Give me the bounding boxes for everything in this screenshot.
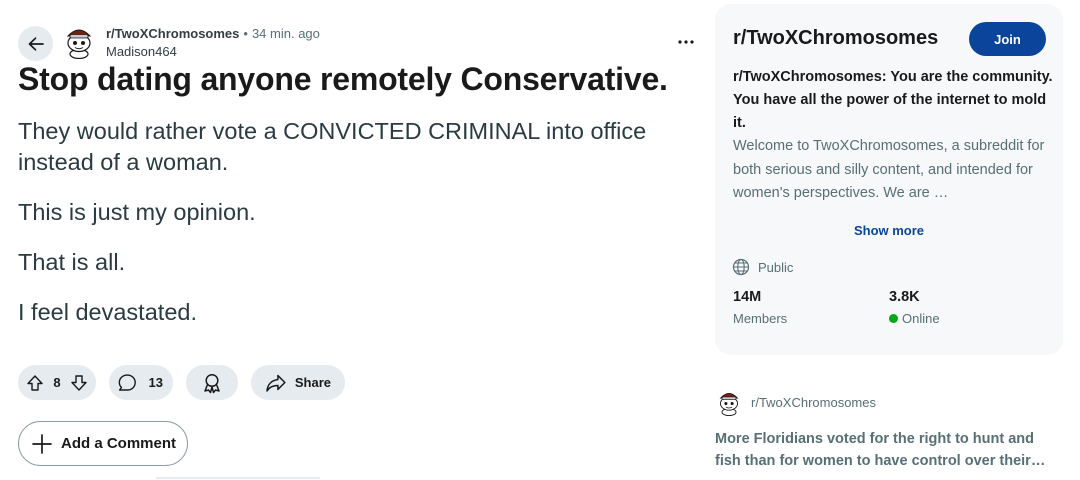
- meta-line: r/TwoXChromosomes • 34 min. ago: [106, 26, 320, 41]
- join-button[interactable]: Join: [969, 22, 1046, 56]
- online-indicator: [889, 314, 898, 323]
- more-dots-icon: [678, 40, 694, 44]
- plus-icon: [32, 433, 52, 454]
- online-label-text: Online: [902, 311, 940, 326]
- snoo-avatar-icon: [719, 393, 739, 416]
- divider: [156, 477, 320, 479]
- post-paragraph: They would rather vote a CONVICTED CRIMI…: [18, 118, 647, 175]
- related-post-subreddit[interactable]: r/TwoXChromosomes: [751, 395, 876, 410]
- share-button[interactable]: Share: [251, 365, 345, 400]
- award-icon: [204, 373, 220, 393]
- post-paragraph: This is just my opinion.: [18, 199, 256, 225]
- visibility-label: Public: [758, 259, 794, 275]
- online-value: 3.8K: [889, 289, 920, 305]
- show-more-button[interactable]: Show more: [715, 223, 1063, 238]
- members-label: Members: [733, 311, 787, 326]
- members-stat: 14M Members: [733, 289, 787, 326]
- post-title: Stop dating anyone remotely Conservative…: [18, 61, 668, 97]
- downvote-icon[interactable]: [70, 374, 88, 392]
- related-post[interactable]: r/TwoXChromosomes More Floridians voted …: [715, 388, 1055, 472]
- related-post-title[interactable]: More Floridians voted for the right to h…: [715, 428, 1047, 472]
- meta-separator: •: [243, 26, 248, 41]
- online-stat: 3.8K Online: [889, 289, 940, 326]
- share-label: Share: [294, 375, 331, 390]
- award-button[interactable]: [186, 365, 238, 400]
- post-paragraph: I feel devastated.: [18, 299, 197, 325]
- related-post-title-line: fish than for women to have control over…: [715, 453, 1046, 469]
- post-paragraph: That is all.: [18, 249, 126, 275]
- vote-count: 8: [53, 375, 61, 390]
- post-meta: r/TwoXChromosomes • 34 min. ago Madison464: [18, 20, 708, 61]
- community-title[interactable]: r/TwoXChromosomes: [733, 27, 938, 50]
- post-actions: 8 13 Share: [18, 365, 345, 401]
- community-description: Welcome to TwoXChromosomes, a subreddit …: [733, 138, 1045, 201]
- add-comment-button[interactable]: Add a Comment: [18, 421, 188, 466]
- community-headline: r/TwoXChromosomes: You are the community…: [733, 69, 1053, 131]
- comments-button[interactable]: 13: [109, 365, 173, 400]
- back-arrow-icon: [28, 36, 44, 51]
- upvote-icon[interactable]: [26, 374, 44, 392]
- add-comment-label: Add a Comment: [61, 435, 177, 452]
- members-label-text: Members: [733, 311, 788, 326]
- post-body: They would rather vote a CONVICTED CRIMI…: [18, 116, 678, 347]
- comment-count: 13: [148, 375, 163, 390]
- visibility-row: Public: [732, 258, 793, 276]
- comment-icon: [118, 373, 136, 391]
- more-options-button[interactable]: [672, 28, 700, 56]
- post-author-link[interactable]: Madison464: [106, 44, 177, 59]
- related-post-title-line: More Floridians voted for the right to h…: [715, 431, 1034, 447]
- share-icon: [266, 374, 286, 392]
- back-button[interactable]: [18, 26, 53, 61]
- snoo-avatar-icon[interactable]: [64, 23, 94, 59]
- related-post-header: r/TwoXChromosomes: [717, 388, 1055, 416]
- community-sidebar: r/TwoXChromosomes Join r/TwoXChromosomes…: [715, 4, 1063, 355]
- globe-icon: [732, 258, 750, 276]
- members-value: 14M: [733, 289, 762, 305]
- post-subreddit-link[interactable]: r/TwoXChromosomes: [106, 26, 239, 41]
- post-time: 34 min. ago: [251, 26, 320, 41]
- online-label: Online: [889, 311, 940, 326]
- vote-control: 8: [18, 365, 96, 400]
